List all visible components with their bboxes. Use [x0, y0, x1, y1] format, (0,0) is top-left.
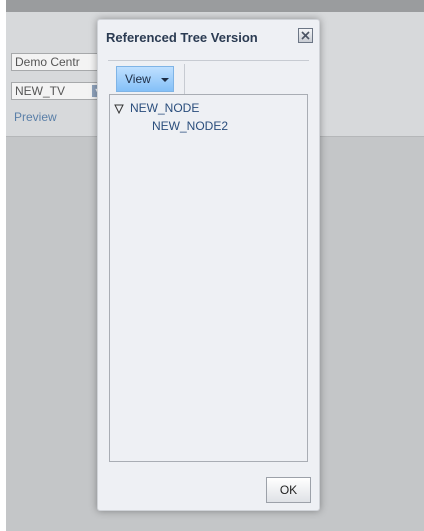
view-menu-button[interactable]: View	[116, 66, 174, 92]
tree-panel: NEW_NODE NEW_NODE2	[109, 94, 308, 462]
toolbar-separator	[184, 64, 185, 94]
referenced-tree-version-dialog: Referenced Tree Version View NEW_NODE NE…	[97, 19, 320, 511]
version-select[interactable]: NEW_TV ▼	[11, 82, 106, 100]
preview-link[interactable]: Preview	[14, 110, 57, 124]
tree-node-label[interactable]: NEW_NODE	[130, 101, 199, 115]
dialog-title: Referenced Tree Version	[106, 30, 258, 45]
view-button-label: View	[125, 72, 151, 86]
version-select-value: NEW_TV	[15, 84, 66, 98]
expand-toggle-icon[interactable]	[114, 104, 124, 114]
tree-node[interactable]: NEW_NODE2	[110, 117, 290, 135]
title-divider	[108, 60, 309, 61]
background-top-bar	[6, 0, 424, 12]
ok-button[interactable]: OK	[266, 477, 311, 503]
tree-field[interactable]: Demo Centr	[11, 53, 106, 71]
tree-toolbar: View	[108, 64, 309, 94]
tree-node[interactable]: NEW_NODE	[110, 99, 290, 117]
tree-field-value: Demo Centr	[15, 55, 80, 69]
close-icon[interactable]	[298, 28, 313, 43]
tree-node-label[interactable]: NEW_NODE2	[152, 119, 228, 133]
caret-down-icon	[161, 78, 169, 82]
